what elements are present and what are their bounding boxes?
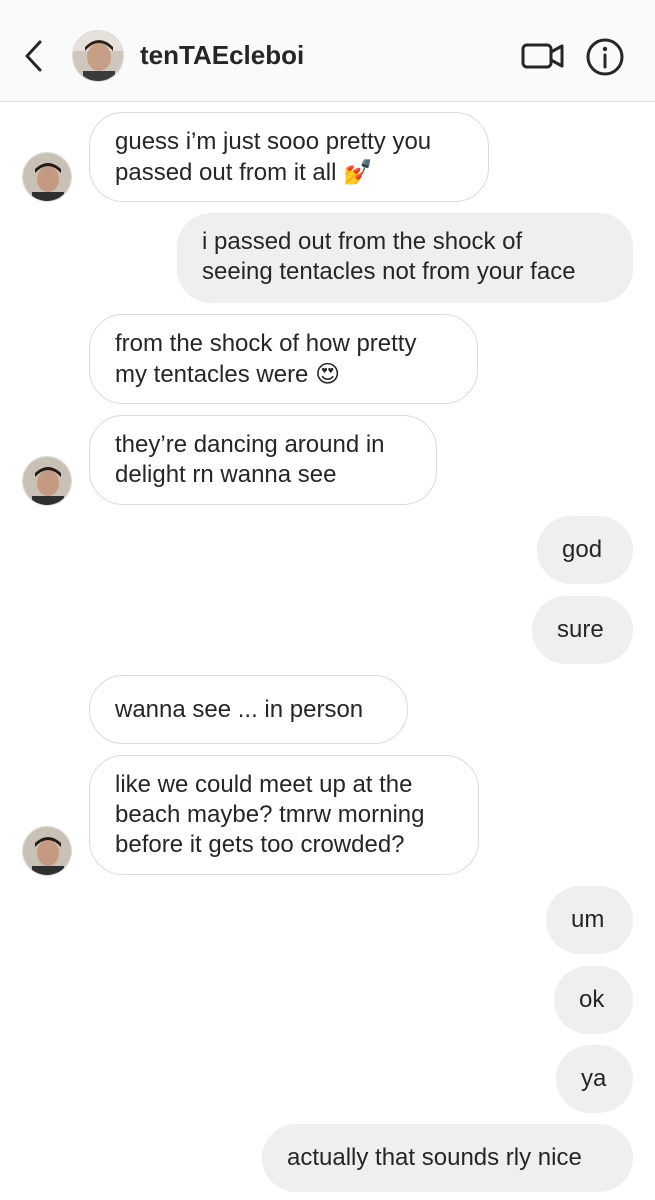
message-bubble-sent[interactable]: i passed out from the shock of seeing te… [177, 213, 633, 303]
message-bubble-sent[interactable]: actually that sounds rly nice [262, 1124, 633, 1192]
message-bubble-received[interactable]: wanna see ... in person [89, 675, 408, 744]
nail-polish-emoji: 💅 [343, 158, 373, 186]
message-bubble-sent[interactable]: god [537, 516, 633, 584]
profile-photo-icon [23, 153, 71, 201]
message-line: from the shock of how pretty [115, 330, 417, 357]
message-bubble-sent[interactable]: ok [554, 966, 633, 1034]
message-bubble-received[interactable]: like we could meet up at the beach maybe… [89, 755, 479, 875]
avatar[interactable] [72, 30, 124, 82]
profile-photo-icon [23, 457, 71, 505]
message-line: like we could meet up at the [115, 771, 413, 798]
video-camera-icon[interactable] [520, 38, 566, 74]
message-line: god [562, 536, 603, 563]
profile-photo-icon [73, 31, 123, 81]
message-line: i passed out from the shock of [202, 228, 523, 255]
avatar[interactable] [22, 826, 72, 876]
profile-photo-icon [23, 827, 71, 875]
message-line: my tentacles were 😍 [115, 360, 341, 388]
message-line: they’re dancing around in [115, 431, 385, 458]
message-line: sure [557, 616, 604, 643]
message-line: wanna see ... in person [115, 696, 364, 723]
message-line: um [571, 906, 605, 933]
message-bubble-received[interactable]: from the shock of how pretty my tentacle… [89, 314, 478, 404]
message-line: ok [579, 986, 605, 1013]
message-bubble-received[interactable]: they’re dancing around in delight rn wan… [89, 415, 437, 505]
chat-username[interactable]: tenTAEcleboi [140, 40, 304, 71]
message-bubble-sent[interactable]: ya [556, 1045, 633, 1113]
message-line: delight rn wanna see [115, 461, 337, 488]
heart-eyes-emoji: 😍 [315, 360, 341, 388]
chat-header: tenTAEcleboi [0, 0, 655, 102]
message-bubble-sent[interactable]: um [546, 886, 633, 954]
message-line: seeing tentacles not from your face [202, 258, 576, 285]
avatar[interactable] [22, 152, 72, 202]
info-icon[interactable] [585, 37, 625, 77]
avatar[interactable] [22, 456, 72, 506]
message-line: guess i’m just sooo pretty you [115, 128, 432, 155]
message-bubble-received[interactable]: guess i’m just sooo pretty you passed ou… [89, 112, 489, 202]
message-line: beach maybe? tmrw morning [115, 801, 425, 828]
message-line: ya [581, 1065, 607, 1092]
message-line: passed out from it all 💅 [115, 158, 373, 186]
message-bubble-sent[interactable]: sure [532, 596, 633, 664]
message-line: actually that sounds rly nice [287, 1144, 582, 1171]
message-line: before it gets too crowded? [115, 831, 405, 858]
chevron-left-icon[interactable] [22, 38, 48, 74]
